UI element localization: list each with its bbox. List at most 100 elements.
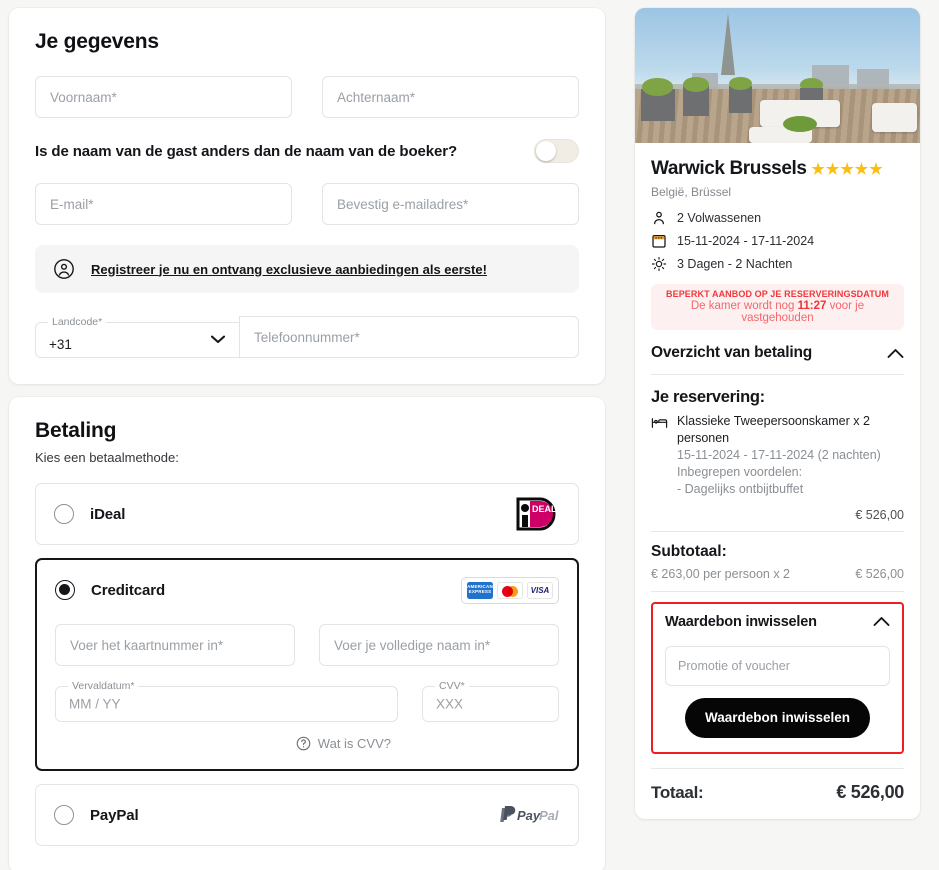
account-icon: [53, 258, 75, 280]
payment-method-paypal[interactable]: PayPal Pay Pal: [35, 784, 579, 846]
voucher-title: Waardebon inwisselen: [665, 613, 817, 630]
payment-method-ideal[interactable]: iDeal DEAL: [35, 483, 579, 545]
total-amount: € 526,00: [836, 781, 904, 802]
hotel-name-text: Warwick Brussels: [651, 158, 807, 179]
hotel-location: België, Brüssel: [651, 185, 732, 200]
name-fields-row: [35, 76, 579, 118]
subtotal-amount: € 526,00: [855, 566, 904, 581]
redeem-voucher-button[interactable]: Waardebon inwisselen: [685, 697, 870, 738]
register-banner-link[interactable]: Registreer je nu en ontvang exclusieve a…: [91, 262, 487, 277]
cvv-input[interactable]: XXX: [436, 697, 463, 712]
country-code-label: Landcode*: [52, 316, 103, 328]
urgency-headline: BEPERKT AANBOD OP JE RESERVERINGSDATUM: [666, 289, 889, 300]
creditcard-row[interactable]: Creditcard AMERICAN EXPRESS VISA: [55, 560, 559, 620]
last-name-field: [322, 76, 579, 118]
hotel-photo: [635, 8, 920, 143]
card-number-input[interactable]: [55, 624, 295, 666]
subtotal-title: Subtotaal:: [651, 542, 727, 560]
paypal-logo: Pay Pal: [498, 805, 560, 825]
urgency-banner: BEPERKT AANBOD OP JE RESERVERINGSDATUM D…: [651, 284, 904, 331]
phone-group: Landcode* +31: [35, 316, 579, 358]
guest-details-card: Je gegevens Is de naam van de gast ander…: [9, 8, 605, 384]
guest-name-question: Is de naam van de gast anders dan de naa…: [35, 142, 458, 160]
voucher-input[interactable]: [665, 645, 890, 686]
subtotal-row: € 263,00 per persoon x 2 € 526,00: [651, 561, 904, 592]
expiry-label: Vervaldatum*: [72, 680, 135, 692]
room-price: € 526,00: [651, 498, 904, 532]
urgency-text: De kamer wordt nog 11:27 voor je vastgeh…: [657, 300, 898, 324]
phone-number-input[interactable]: [239, 316, 579, 358]
page-title: Je gegevens: [35, 30, 159, 53]
meta-duration: 3 Dagen - 2 Nachten: [651, 256, 904, 272]
ideal-label: iDeal: [90, 505, 126, 523]
room-name: Klassieke Tweepersoonskamer x 2 personen: [677, 414, 870, 446]
paypal-radio[interactable]: [54, 805, 74, 825]
checkout-page: Je gegevens Is de naam van de gast ander…: [0, 0, 939, 870]
payment-overview-title: Overzicht van betaling: [651, 344, 812, 362]
expiry-field[interactable]: Vervaldatum* MM / YY: [55, 680, 398, 722]
card-holder-input[interactable]: [319, 624, 559, 666]
booking-summary-sidebar: Warwick Brussels ★★★★★ België, Brüssel 2…: [635, 8, 920, 870]
voucher-section: Waardebon inwisselen Waardebon inwissele…: [651, 601, 904, 754]
cvv-label: CVV*: [439, 680, 465, 692]
card-number-field: [55, 624, 295, 666]
svg-text:Pay: Pay: [517, 808, 541, 823]
help-circle-icon: [296, 736, 311, 751]
ideal-row[interactable]: iDeal DEAL: [54, 484, 560, 544]
summary-card: Warwick Brussels ★★★★★ België, Brüssel 2…: [635, 8, 920, 819]
urgency-timer: 11:27: [797, 300, 827, 313]
card-holder-field: [319, 624, 559, 666]
svg-text:Pal: Pal: [539, 808, 559, 823]
star-rating: ★★★★★: [811, 161, 884, 178]
guest-name-toggle[interactable]: [534, 139, 579, 163]
first-name-input[interactable]: [35, 76, 292, 118]
cvv-field[interactable]: CVV* XXX: [422, 680, 559, 722]
paypal-row[interactable]: PayPal Pay Pal: [54, 785, 560, 845]
total-label: Totaal:: [651, 782, 704, 802]
card-brands-logo: AMERICAN EXPRESS VISA: [461, 576, 559, 604]
cvv-help-text[interactable]: Wat is CVV?: [318, 736, 391, 751]
urgency-text-before: De kamer wordt nog: [690, 300, 798, 313]
included-label: Inbegrepen voordelen:: [677, 464, 803, 479]
email-confirm-input[interactable]: [322, 183, 579, 225]
reservation-title: Je reservering:: [651, 388, 765, 407]
card-top-row: [55, 624, 559, 666]
mastercard-icon: [497, 581, 523, 599]
email-fields-row: [35, 183, 579, 225]
meta-dates: 15-11-2024 - 17-11-2024: [651, 233, 904, 249]
cvv-help[interactable]: Wat is CVV?: [55, 736, 559, 751]
last-name-input[interactable]: [322, 76, 579, 118]
payment-method-creditcard[interactable]: Creditcard AMERICAN EXPRESS VISA Voer he…: [35, 558, 579, 771]
country-code-value: +31: [49, 337, 72, 352]
paypal-label: PayPal: [90, 806, 139, 824]
reservation-room: Klassieke Tweepersoonskamer x 2 personen…: [651, 413, 904, 497]
hotel-name: Warwick Brussels ★★★★★: [651, 157, 904, 180]
meta-duration-text: 3 Dagen - 2 Nachten: [677, 257, 793, 272]
card-bottom-row: Vervaldatum* MM / YY CVV* XXX: [55, 680, 559, 722]
payment-title: Betaling: [35, 419, 117, 442]
country-code-select[interactable]: Landcode* +31: [35, 316, 239, 358]
email-confirm-field: [322, 183, 579, 225]
booking-meta: 2 Volwassenen 15-11-2024 - 17-11-2024 3 …: [651, 210, 904, 272]
calendar-icon: [651, 233, 667, 249]
amex-icon: AMERICAN EXPRESS: [467, 581, 493, 599]
included-item: - Dagelijks ontbijtbuffet: [677, 481, 804, 496]
meta-dates-text: 15-11-2024 - 17-11-2024: [677, 234, 815, 249]
email-input[interactable]: [35, 183, 292, 225]
subtotal-per-person: € 263,00 per persoon x 2: [651, 566, 790, 581]
expiry-input[interactable]: MM / YY: [69, 697, 121, 712]
svg-text:DEAL: DEAL: [532, 504, 557, 514]
first-name-field: [35, 76, 292, 118]
summary-body: Warwick Brussels ★★★★★ België, Brüssel 2…: [635, 143, 920, 819]
ideal-logo: DEAL: [515, 496, 560, 532]
chevron-up-icon[interactable]: [887, 348, 904, 359]
register-banner[interactable]: Registreer je nu en ontvang exclusieve a…: [35, 245, 579, 293]
creditcard-fields: Vervaldatum* MM / YY CVV* XXX: [55, 620, 559, 769]
creditcard-radio[interactable]: [55, 580, 75, 600]
voucher-header[interactable]: Waardebon inwisselen: [665, 614, 890, 630]
total-row: Totaal: € 526,00: [651, 769, 904, 803]
payment-overview-header[interactable]: Overzicht van betaling: [651, 344, 904, 376]
reservation-details: Klassieke Tweepersoonskamer x 2 personen…: [677, 413, 904, 497]
ideal-radio[interactable]: [54, 504, 74, 524]
voucher-chevron-up-icon[interactable]: [873, 616, 890, 627]
